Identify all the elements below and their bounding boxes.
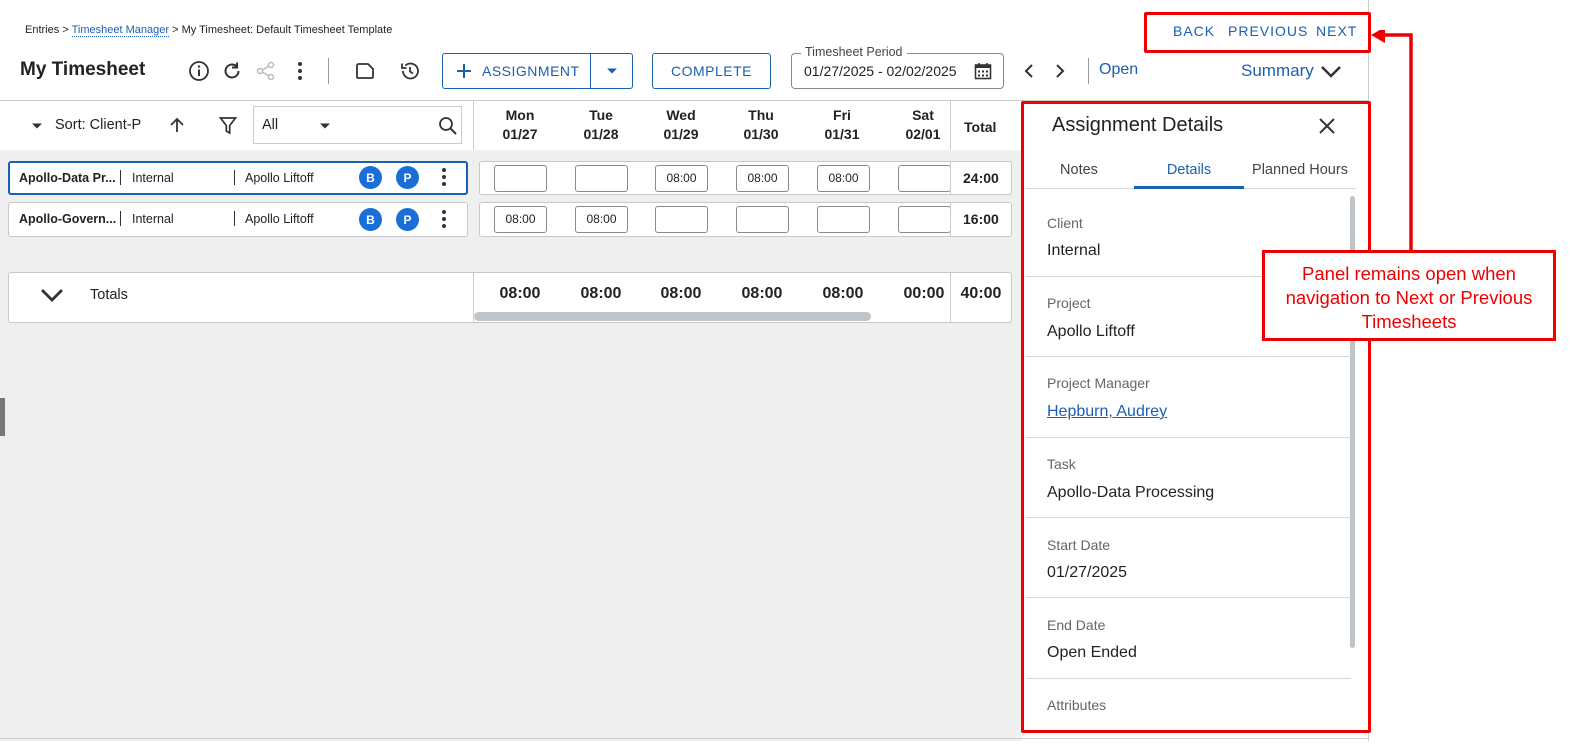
breadcrumb-entries[interactable]: Entries bbox=[25, 24, 59, 36]
next-period-icon[interactable] bbox=[1052, 62, 1068, 80]
breadcrumb-timesheet-manager[interactable]: Timesheet Manager bbox=[71, 24, 170, 37]
breadcrumb-separator: > bbox=[62, 24, 69, 36]
day-header: Thu 01/30 bbox=[743, 107, 779, 142]
day-total: 08:00 bbox=[822, 285, 864, 302]
row-more-icon[interactable] bbox=[436, 167, 452, 187]
grand-total: 40:00 bbox=[960, 285, 1002, 302]
column-divider bbox=[473, 101, 474, 150]
row-project: Apollo Liftoff bbox=[245, 212, 314, 226]
hours-input[interactable]: 08:00 bbox=[655, 165, 708, 192]
refresh-icon[interactable] bbox=[219, 58, 245, 84]
timesheet-period-value: 01/27/2025 - 02/02/2025 bbox=[804, 63, 957, 79]
day-total: 00:00 bbox=[903, 285, 945, 302]
cell-divider bbox=[120, 211, 121, 226]
open-status-link[interactable]: Open bbox=[1099, 61, 1138, 79]
column-divider bbox=[950, 161, 951, 195]
sort-caret-icon[interactable] bbox=[31, 122, 43, 130]
breadcrumb-current: My Timesheet: Default Timesheet Template bbox=[181, 24, 393, 36]
filter-select[interactable] bbox=[253, 106, 462, 144]
filter-caret-icon bbox=[319, 122, 331, 130]
chevron-down-icon[interactable] bbox=[1320, 64, 1342, 80]
info-icon[interactable] bbox=[186, 58, 212, 84]
cell-divider bbox=[234, 211, 235, 226]
billable-badge: B bbox=[359, 166, 382, 189]
chevron-down-icon[interactable] bbox=[40, 287, 64, 303]
column-divider bbox=[950, 202, 951, 237]
row-more-icon[interactable] bbox=[436, 209, 452, 229]
day-header: Sat 02/01 bbox=[905, 107, 941, 142]
hours-input[interactable]: 08:00 bbox=[736, 165, 789, 192]
annotation-panel-highlight bbox=[1021, 101, 1371, 733]
page-title: My Timesheet bbox=[20, 59, 146, 80]
left-edge-handle[interactable] bbox=[0, 398, 5, 436]
breadcrumb: Entries > Timesheet Manager > My Timeshe… bbox=[25, 24, 393, 37]
hours-input[interactable]: 08:00 bbox=[575, 206, 628, 233]
row-assignment[interactable]: Apollo-Govern... bbox=[19, 212, 116, 226]
cell-divider bbox=[234, 170, 235, 185]
history-icon[interactable] bbox=[397, 58, 423, 84]
filter-icon[interactable] bbox=[219, 116, 237, 136]
toolbar-separator bbox=[328, 58, 329, 84]
annotation-nav-highlight bbox=[1144, 12, 1371, 53]
grid-background bbox=[0, 101, 1021, 741]
caret-down-icon bbox=[606, 68, 617, 74]
assignment-dropdown-toggle[interactable] bbox=[591, 67, 632, 75]
hours-input[interactable] bbox=[898, 165, 951, 192]
hours-input[interactable]: 08:00 bbox=[494, 206, 547, 233]
day-header: Mon 01/27 bbox=[502, 107, 538, 142]
day-header: Fri 01/31 bbox=[824, 107, 860, 142]
share-icon bbox=[253, 58, 279, 84]
filter-select-value: All bbox=[262, 117, 279, 133]
search-icon[interactable] bbox=[438, 116, 458, 136]
day-total: 08:00 bbox=[499, 285, 541, 302]
day-total: 08:00 bbox=[580, 285, 622, 302]
sort-ascending-icon[interactable] bbox=[168, 116, 186, 134]
plus-icon bbox=[457, 64, 471, 78]
timesheet-period-label: Timesheet Period bbox=[801, 45, 907, 59]
hours-input[interactable] bbox=[736, 206, 789, 233]
row-project: Apollo Liftoff bbox=[245, 171, 314, 185]
hours-input[interactable] bbox=[898, 206, 951, 233]
hours-input[interactable] bbox=[575, 165, 628, 192]
day-header: Wed 01/29 bbox=[663, 107, 699, 142]
row-client: Internal bbox=[132, 171, 174, 185]
summary-dropdown[interactable]: Summary bbox=[1241, 61, 1314, 81]
project-badge: P bbox=[396, 166, 419, 189]
hours-input[interactable]: 08:00 bbox=[817, 165, 870, 192]
project-badge: P bbox=[396, 208, 419, 231]
hours-input[interactable] bbox=[494, 165, 547, 192]
day-header: Tue 01/28 bbox=[583, 107, 619, 142]
row-client: Internal bbox=[132, 212, 174, 226]
day-total: 08:00 bbox=[741, 285, 783, 302]
hours-input[interactable] bbox=[655, 206, 708, 233]
more-vertical-icon[interactable] bbox=[287, 58, 313, 84]
total-header: Total bbox=[964, 119, 997, 135]
annotation-callout: Panel remains open when navigation to Ne… bbox=[1262, 250, 1556, 341]
calendar-icon[interactable] bbox=[974, 62, 992, 80]
assignment-button-label: ASSIGNMENT bbox=[482, 63, 580, 79]
annotation-arrow bbox=[1370, 30, 1418, 255]
billable-badge: B bbox=[359, 208, 382, 231]
previous-period-icon[interactable] bbox=[1021, 62, 1037, 80]
row-total: 24:00 bbox=[963, 170, 999, 186]
complete-button[interactable]: COMPLETE bbox=[652, 53, 771, 89]
row-assignment[interactable]: Apollo-Data Pr... bbox=[19, 171, 116, 185]
toolbar-separator bbox=[1088, 58, 1089, 84]
day-total: 08:00 bbox=[660, 285, 702, 302]
row-total: 16:00 bbox=[963, 211, 999, 227]
add-assignment-button[interactable]: ASSIGNMENT bbox=[442, 53, 633, 89]
hours-input[interactable] bbox=[817, 206, 870, 233]
breadcrumb-separator: > bbox=[172, 24, 179, 36]
horizontal-scrollbar[interactable] bbox=[474, 312, 871, 321]
column-divider bbox=[950, 101, 951, 150]
save-draft-icon[interactable] bbox=[352, 58, 378, 84]
sort-label[interactable]: Sort: Client-P bbox=[55, 117, 141, 133]
bottom-divider bbox=[0, 738, 1368, 739]
cell-divider bbox=[120, 170, 121, 185]
totals-label: Totals bbox=[90, 287, 128, 303]
